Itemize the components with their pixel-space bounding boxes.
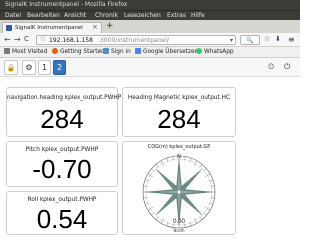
compass-tick — [151, 168, 155, 172]
menu-lesezeichen[interactable]: Lesezeichen — [124, 12, 161, 20]
firefox-icon — [52, 48, 58, 54]
compass-tick — [155, 164, 159, 168]
bookmark-star-icon[interactable]: ☆ — [264, 34, 270, 45]
compass-north-label: N — [177, 154, 181, 160]
google-icon — [135, 48, 141, 54]
compass-tick — [143, 197, 148, 199]
cog-footer: North — [173, 228, 185, 233]
compass-tick — [151, 212, 155, 216]
instrumentpanel-toolbar: 🔒 ⚙ 1 2 ⏲ ⏻ — [0, 58, 300, 77]
page-2-button[interactable]: 2 — [53, 60, 66, 75]
whatsapp-icon — [196, 48, 202, 54]
panel-value: 0.54 — [36, 204, 88, 234]
panel-title: Roll kplex_output.PWHP — [27, 197, 97, 203]
menu-bearbeiten[interactable]: Bearbeiten — [27, 12, 60, 20]
url-host: 192.168.1.158 — [49, 37, 93, 44]
reload-icon[interactable]: C — [24, 34, 29, 45]
nav-bar: ← → C ⓘ 192.168.1.158 :3000/instrumentpa… — [0, 33, 300, 47]
panel-nav-heading[interactable]: navigation.heading kplex_output.PWHP 284 — [6, 87, 122, 137]
menu-chronik[interactable]: Chronik — [95, 12, 118, 20]
power-icon[interactable]: ⏻ — [284, 61, 290, 73]
compass-tick — [203, 168, 207, 172]
compass-tick — [199, 216, 203, 220]
gear-icon — [4, 48, 10, 54]
panel-heading-magnetic[interactable]: Heading Magnetic kplex_output.HC 284 — [122, 87, 236, 137]
compass-tick — [199, 164, 203, 168]
compass-tick — [147, 206, 154, 211]
compass-tick — [204, 173, 211, 178]
bookmark-getting-started[interactable]: Getting Started — [52, 48, 105, 57]
menu-hilfe[interactable]: Hilfe — [191, 12, 205, 20]
compass-tick — [143, 185, 148, 187]
instrument-grid: navigation.heading kplex_output.PWHP 284… — [0, 77, 300, 242]
panel-title: Heading Magnetic kplex_output.HC — [127, 95, 231, 101]
lock-icon: 🔒 — [6, 64, 16, 72]
search-icon[interactable]: 🔍 — [240, 35, 260, 45]
url-bar[interactable]: ⓘ 192.168.1.158 :3000/instrumentpanel/ ▾ — [36, 35, 236, 45]
tab-bar: SignalK Instrumentpanel × + — [0, 20, 300, 33]
compass-tick — [184, 156, 186, 161]
signin-icon — [103, 48, 109, 54]
compass-rose-icon: N 0.00 North — [142, 154, 216, 233]
compass-tick — [160, 160, 165, 167]
lock-button[interactable]: 🔒 — [4, 60, 18, 75]
forward-icon[interactable]: → — [14, 34, 21, 45]
url-dropdown-icon[interactable]: ▾ — [230, 36, 233, 45]
window-title: SignalK Instrumentpanel - Mozilla Firefo… — [5, 1, 128, 8]
menu-ansicht[interactable]: Ansicht — [64, 12, 86, 20]
compass-tick — [155, 216, 159, 220]
compass-tick — [210, 185, 215, 187]
compass-tick — [172, 156, 174, 161]
compass-tick — [160, 217, 165, 224]
compass-tick — [204, 206, 211, 211]
favicon-icon — [6, 25, 12, 31]
panel-title: Pitch kplex_output.PWHP — [25, 147, 99, 153]
compass-tick — [210, 197, 215, 199]
bookmark-most-visited[interactable]: Most Visited — [4, 48, 47, 57]
history-icon[interactable]: ⏲ — [268, 61, 274, 73]
back-icon[interactable]: ← — [4, 34, 11, 45]
new-tab-button[interactable]: + — [106, 21, 114, 32]
menu-extras[interactable]: Extras — [167, 12, 186, 20]
tab-signalk[interactable]: SignalK Instrumentpanel × — [2, 22, 102, 33]
settings-button[interactable]: ⚙ — [22, 60, 36, 75]
bookmarks-bar: Most Visited Getting Started Sign in Goo… — [0, 47, 300, 58]
tab-label: SignalK Instrumentpanel — [15, 25, 83, 31]
bookmark-sign-in[interactable]: Sign in — [103, 48, 131, 57]
page-1-button[interactable]: 1 — [38, 60, 51, 75]
panel-roll[interactable]: Roll kplex_output.PWHP 0.54 — [6, 191, 118, 235]
window-titlebar: SignalK Instrumentpanel - Mozilla Firefo… — [0, 0, 300, 10]
compass-tick — [147, 173, 154, 178]
tab-close-icon[interactable]: × — [92, 23, 98, 32]
hamburger-menu-icon[interactable]: ≡ — [288, 34, 295, 45]
gear-icon: ⚙ — [25, 63, 33, 72]
panel-value: -0.70 — [32, 154, 92, 184]
panel-pitch[interactable]: Pitch kplex_output.PWHP -0.70 — [6, 141, 118, 187]
info-icon[interactable]: ⓘ — [40, 36, 46, 45]
panel-value: 284 — [40, 104, 84, 134]
download-icon[interactable]: ⬇ — [275, 34, 281, 45]
compass-tick — [193, 160, 198, 167]
panel-value: 284 — [157, 104, 201, 134]
cog-value: 0.00 — [173, 219, 185, 225]
compass-tick — [203, 212, 207, 216]
menu-datei[interactable]: Datei — [5, 12, 21, 20]
bookmark-google-translate[interactable]: Google Übersetzer — [135, 48, 197, 57]
compass-tick — [193, 217, 198, 224]
panel-cog-compass[interactable]: COG(m) kplex_output.GP N 0.00 North — [122, 141, 236, 235]
url-path: :3000/instrumentpanel/ — [98, 37, 169, 44]
menu-bar: Datei Bearbeiten Ansicht Chronik Lesezei… — [0, 10, 300, 20]
panel-title: navigation.heading kplex_output.PWHP — [7, 95, 122, 101]
bookmark-whatsapp[interactable]: WhatsApp — [196, 48, 234, 57]
